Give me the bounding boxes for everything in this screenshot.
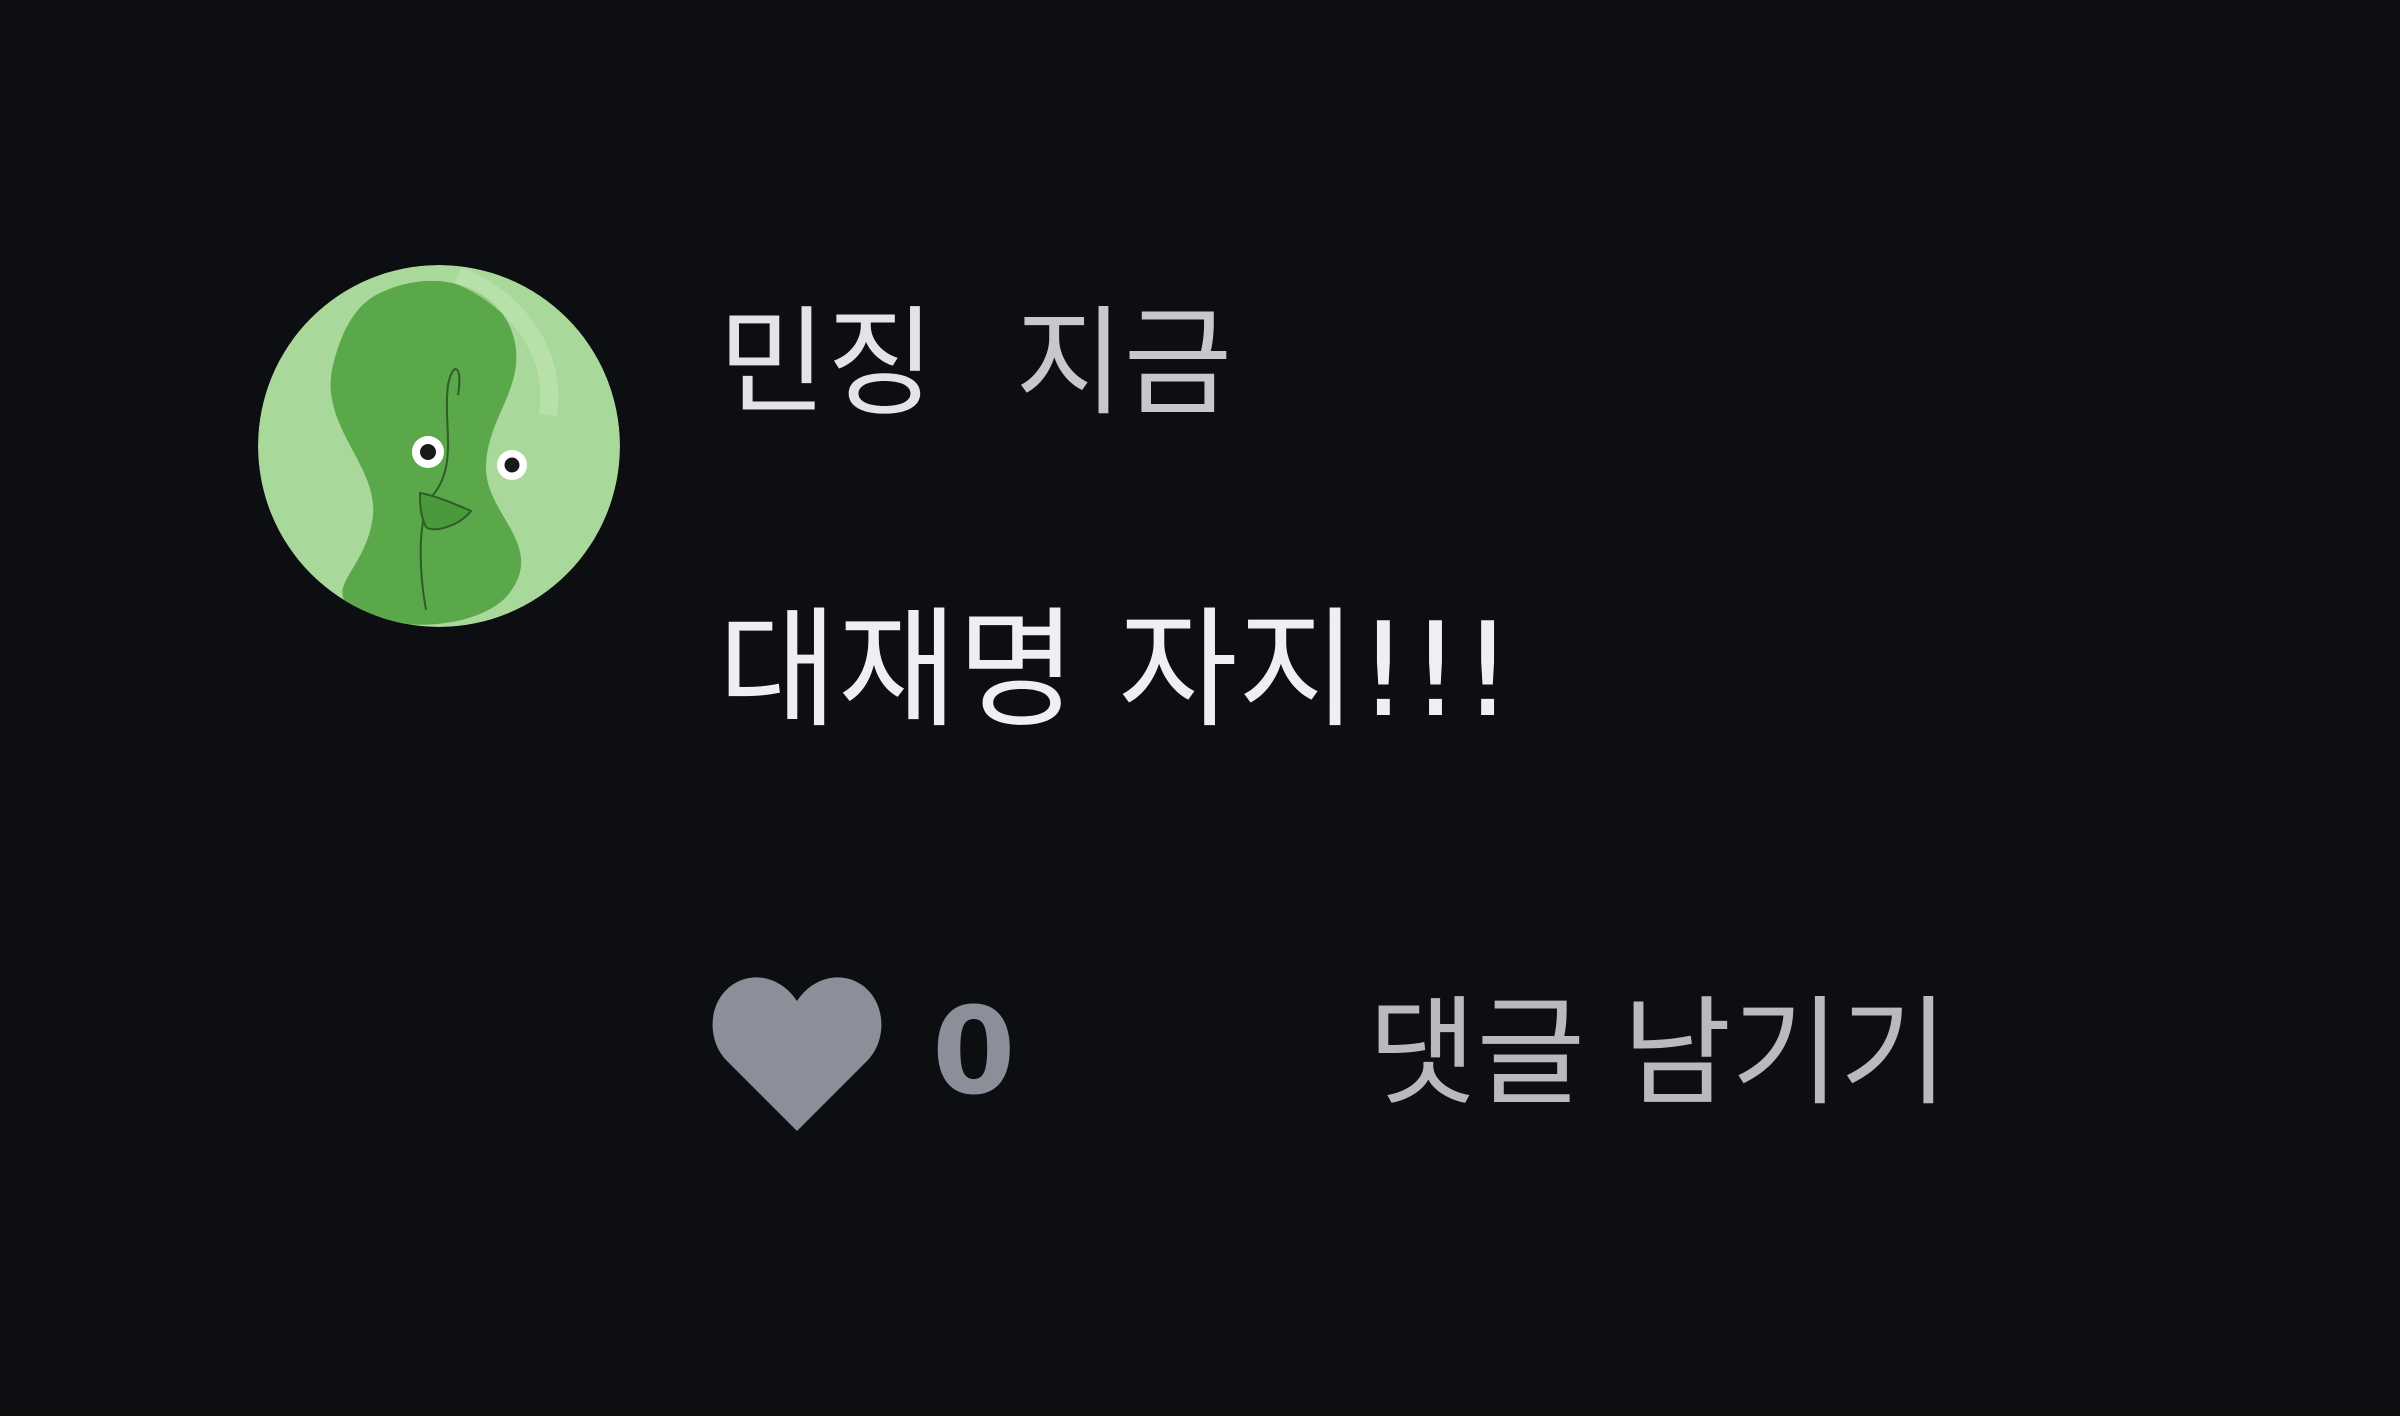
green-sprout-character-icon — [258, 265, 620, 627]
reply-button[interactable]: 댓글 남기기 — [1368, 965, 1948, 1140]
heart-icon — [712, 976, 882, 1131]
like-button[interactable]: 0 — [712, 965, 1016, 1140]
author-name[interactable]: 민징 — [718, 304, 935, 422]
comment-card: 민징 지금 대재명 자지!!! 0 댓글 남기기 — [0, 0, 2400, 1416]
like-count: 0 — [932, 982, 1016, 1122]
comment-meta: 민징 지금 — [718, 278, 1232, 448]
timestamp: 지금 — [1015, 294, 1233, 432]
avatar[interactable] — [258, 265, 620, 627]
comment-text: 대재명 자지!!! — [718, 594, 1514, 746]
